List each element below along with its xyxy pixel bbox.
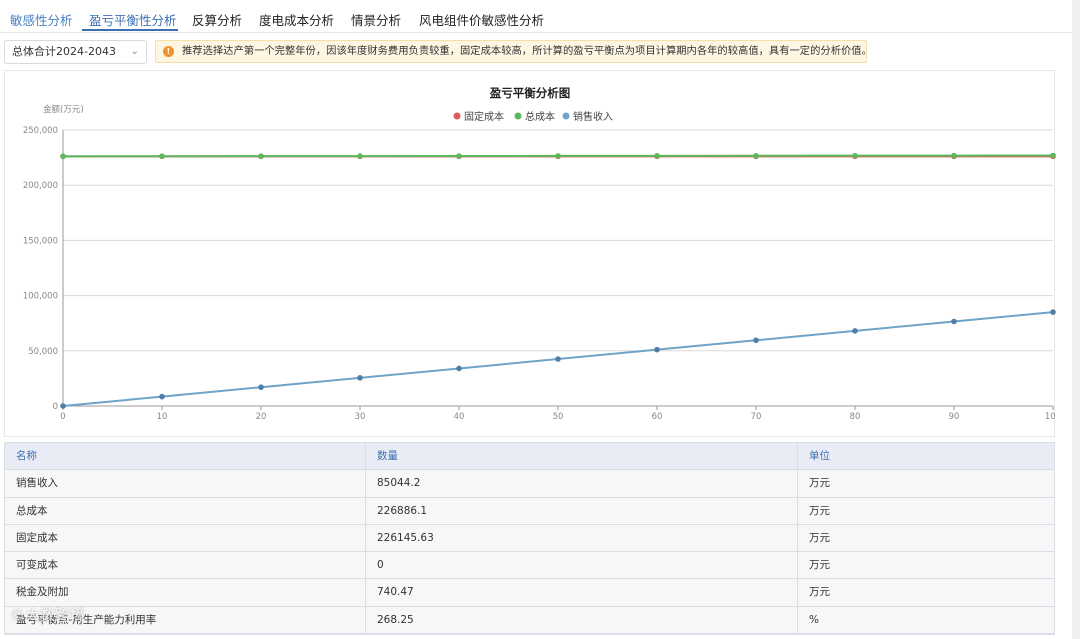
data-point [852, 152, 858, 159]
cell-name: 固定成本 [5, 524, 366, 552]
x-tick-label: 20 [256, 412, 267, 422]
data-point [654, 153, 660, 159]
data-point [951, 318, 957, 325]
chart-title: 盈亏平衡分析图 [489, 86, 571, 100]
x-tick-label: 10 [157, 412, 168, 422]
cell-name: 可变成本 [5, 552, 366, 579]
data-point [258, 384, 264, 391]
table-row: 销售收入 85044.2 万元 [5, 470, 1054, 498]
data-point [357, 153, 363, 159]
cell-quantity: 740.47 [366, 579, 798, 606]
cell-unit: 万元 [809, 586, 830, 599]
column-header-name: 名称 [5, 443, 366, 470]
warning-icon: ! [163, 46, 174, 57]
x-tick-label: 50 [553, 412, 564, 422]
data-point [852, 328, 858, 334]
cell-unit: 万元 [809, 531, 830, 544]
legend-marker [453, 112, 461, 120]
tab-lcoe-analysis[interactable]: 度电成本分析 [259, 10, 334, 29]
data-point [60, 153, 66, 160]
table-row: 总成本 226886.1 万元 [5, 497, 1054, 525]
y-tick-label: 200,000 [23, 181, 58, 191]
x-tick-label: 70 [751, 412, 762, 422]
breakeven-table: 名称 数量 单位 销售收入 85044.2 万元 总成本 226886.1 万元… [4, 442, 1055, 636]
column-header-unit: 单位 [809, 450, 830, 462]
x-tick-label: 0 [60, 412, 65, 422]
x-tick-label: 40 [454, 412, 465, 422]
legend-marker [514, 112, 522, 120]
cell-name: 总成本 [5, 497, 366, 524]
x-tick-label: 60 [652, 412, 663, 422]
y-tick-label: 150,000 [23, 236, 58, 246]
active-tab-indicator [82, 29, 178, 31]
table-header-row: 名称 数量 单位 [5, 443, 1054, 471]
notice-text: 推荐选择达产第一个完整年份，因该年度财务费用负责较重，固定成本较高，所计算的盈亏… [182, 45, 867, 57]
y-axis-label: 金额(万元) [43, 104, 84, 115]
x-tick-label: 80 [850, 412, 861, 422]
legend-label: 销售收入 [573, 110, 613, 123]
period-select-value: 总体合计2024-2043 [12, 45, 116, 58]
tab-reverse-calculation[interactable]: 反算分析 [192, 10, 242, 29]
tab-wind-component-price-sensitivity[interactable]: 风电组件价敏感性分析 [419, 10, 544, 29]
cell-quantity: 85044.2 [366, 470, 798, 497]
y-tick-label: 50,000 [28, 347, 58, 357]
legend-label: 固定成本 [464, 110, 504, 123]
legend-label: 总成本 [525, 110, 555, 123]
tab-sensitivity-analysis[interactable]: 敏感性分析 [10, 10, 73, 29]
cell-quantity: 0 [366, 552, 798, 579]
data-point [753, 337, 759, 344]
data-point [555, 356, 561, 362]
y-tick-label: 100,000 [23, 292, 58, 302]
cell-unit: 万元 [809, 477, 830, 490]
data-point [951, 152, 957, 159]
column-header-quantity: 数量 [366, 443, 798, 470]
cell-unit: % [809, 613, 819, 626]
data-point [555, 153, 561, 159]
legend-marker [562, 112, 570, 120]
cell-unit: 万元 [809, 559, 830, 572]
y-tick-label: 0 [53, 402, 58, 412]
watermark: ©大数跨境 [10, 606, 86, 624]
breakeven-chart: 盈亏平衡分析图金额(万元) 固定成本 总成本 销售收入 0 50,000 100,000 15… [4, 70, 1056, 437]
cell-unit: 万元 [809, 504, 830, 517]
table-row: 税金及附加 740.47 万元 [5, 579, 1054, 607]
table-row: 固定成本 226145.63 万元 [5, 524, 1054, 553]
data-point [258, 153, 264, 159]
data-point [1050, 309, 1056, 315]
data-point [159, 153, 165, 160]
data-point [456, 153, 462, 159]
data-point [159, 393, 165, 400]
x-tick-label: 90 [949, 412, 960, 422]
data-point [753, 152, 759, 159]
table-row: 盈亏平衡点-用生产能力利用率 268.25 % [5, 606, 1054, 635]
chart-svg: 盈亏平衡分析图金额(万元) 固定成本 总成本 销售收入 0 50,000 100,000 15… [23, 86, 1056, 422]
data-point [60, 403, 66, 409]
table-row: 可变成本 0 万元 [5, 552, 1054, 580]
cell-name: 销售收入 [5, 470, 366, 497]
page-scrollbar[interactable] [1072, 0, 1080, 639]
notice-banner: ! 推荐选择达产第一个完整年份，因该年度财务费用负责较重，固定成本较高，所计算的… [155, 40, 867, 63]
tab-breakeven-analysis[interactable]: 盈亏平衡性分析 [89, 10, 177, 29]
chevron-down-icon: ⌄ [130, 46, 139, 57]
data-point [456, 365, 462, 372]
x-tick-label: 30 [355, 412, 366, 422]
tab-bar: 敏感性分析 盈亏平衡性分析 反算分析 度电成本分析 情景分析 风电组件价敏感性分… [0, 0, 1080, 33]
y-tick-label: 250,000 [23, 126, 58, 136]
cell-quantity: 226145.63 [366, 524, 798, 552]
cell-quantity: 268.25 [366, 606, 798, 634]
cell-name: 税金及附加 [5, 579, 366, 606]
data-point [357, 375, 363, 381]
data-point [654, 346, 660, 353]
x-tick-label: 100 [1045, 412, 1056, 422]
data-point [1050, 152, 1056, 159]
tab-scenario-analysis[interactable]: 情景分析 [351, 10, 401, 29]
cell-quantity: 226886.1 [366, 497, 798, 524]
period-select[interactable]: 总体合计2024-2043 ⌄ [4, 40, 147, 64]
